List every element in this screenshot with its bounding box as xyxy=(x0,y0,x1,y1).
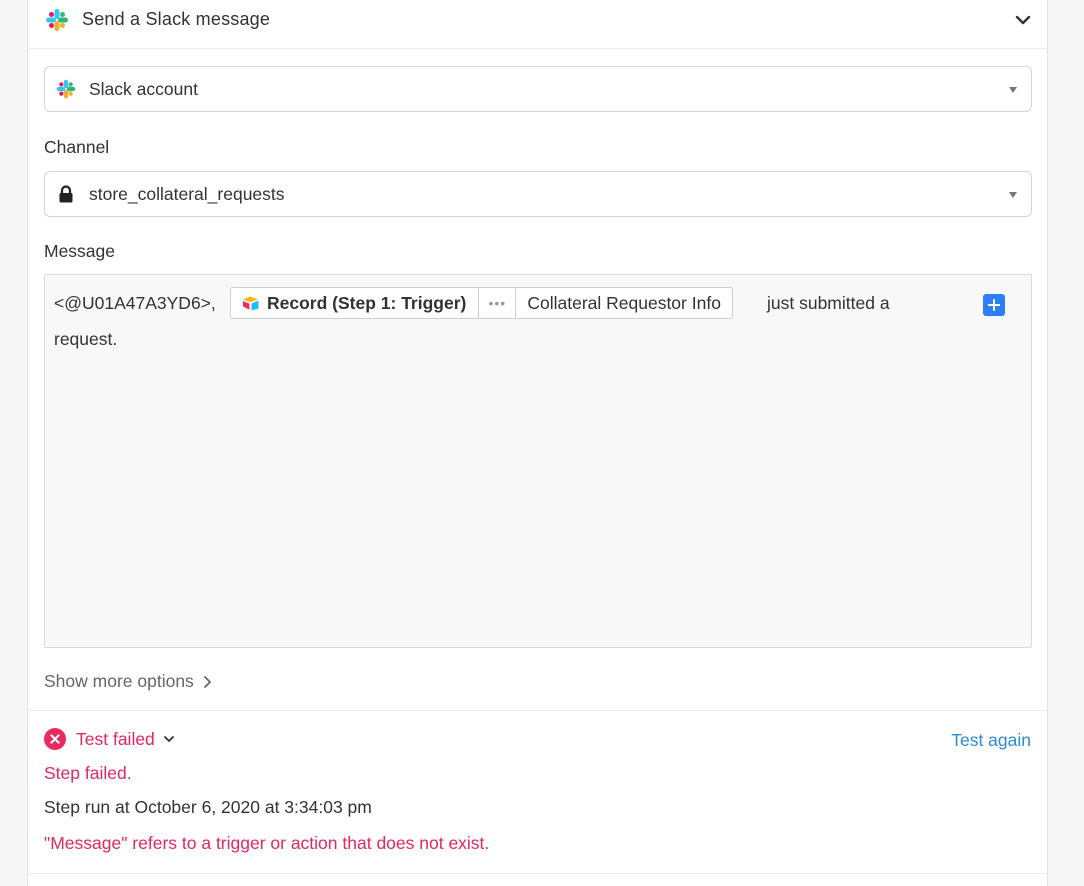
show-more-label: Show more options xyxy=(44,671,194,691)
message-input[interactable]: <@U01A47A3YD6>, Record (Step 1: Trigger)… xyxy=(44,274,1032,648)
chevron-down-icon xyxy=(163,736,174,742)
test-status-toggle[interactable]: Test failed xyxy=(44,728,175,750)
show-more-options-button[interactable]: Show more options xyxy=(44,671,212,692)
field-token[interactable]: Record (Step 1: Trigger) ••• Collateral … xyxy=(230,287,733,319)
message-suffix: just submitted a xyxy=(767,293,890,313)
caret-down-icon xyxy=(1009,87,1017,93)
channel-select[interactable]: store_collateral_requests xyxy=(44,171,1032,217)
divider xyxy=(28,873,1047,874)
error-circle-icon xyxy=(44,728,66,750)
message-label: Message xyxy=(44,241,116,261)
message-line2: request. xyxy=(54,329,118,349)
token-more-button[interactable]: ••• xyxy=(479,288,517,318)
card-title: Send a Slack message xyxy=(82,9,271,29)
account-select-value: Slack account xyxy=(89,79,198,99)
chevron-down-icon[interactable] xyxy=(1013,10,1033,30)
channel-select-value: store_collateral_requests xyxy=(89,184,285,204)
slack-logo-icon xyxy=(46,9,68,31)
divider xyxy=(28,710,1047,711)
chevron-right-icon xyxy=(203,675,211,688)
lock-icon xyxy=(59,185,73,203)
error-message: "Message" refers to a trigger or action … xyxy=(44,833,490,853)
insert-data-button[interactable] xyxy=(983,294,1005,316)
token-field: Collateral Requestor Info xyxy=(527,292,721,313)
test-status-label: Test failed xyxy=(76,728,155,749)
message-prefix: <@U01A47A3YD6>, xyxy=(54,293,216,313)
slack-logo-icon xyxy=(56,79,76,99)
step-failed-text: Step failed. xyxy=(44,763,132,783)
test-again-link[interactable]: Test again xyxy=(951,730,1031,751)
caret-down-icon xyxy=(1009,192,1017,198)
account-select[interactable]: Slack account xyxy=(44,66,1032,112)
card-header[interactable]: Send a Slack message xyxy=(28,0,1047,49)
slack-action-card: Send a Slack message Slack account Chann… xyxy=(27,0,1048,886)
channel-label: Channel xyxy=(44,137,110,157)
token-source-label: Record (Step 1: Trigger) xyxy=(267,292,467,313)
airtable-logo-icon xyxy=(243,296,259,311)
step-run-timestamp: Step run at October 6, 2020 at 3:34:03 p… xyxy=(44,797,372,817)
token-source: Record (Step 1: Trigger) xyxy=(231,288,480,318)
